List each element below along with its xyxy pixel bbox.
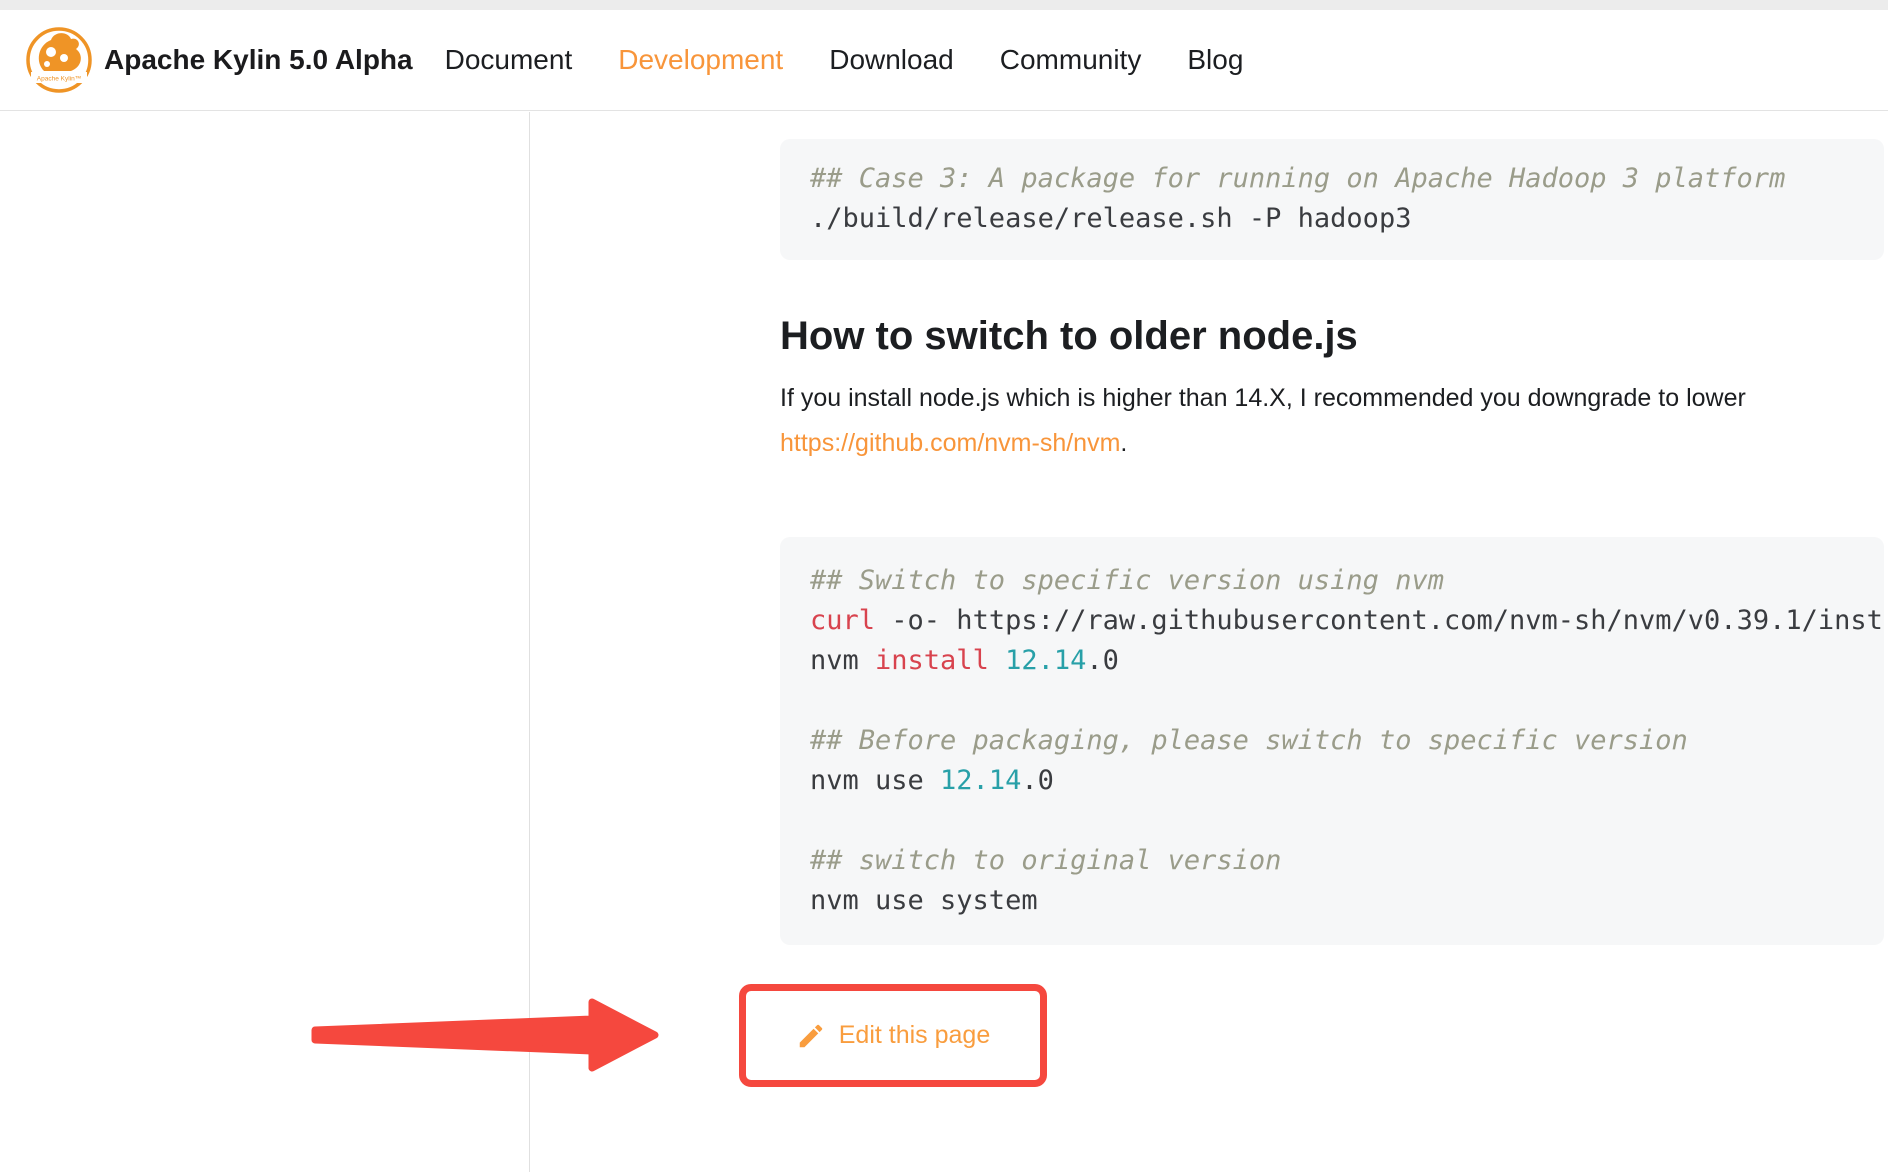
link-period: .: [1120, 429, 1127, 457]
section-heading: How to switch to older node.js: [780, 314, 1358, 359]
nav-blog[interactable]: Blog: [1187, 44, 1243, 76]
nav-community[interactable]: Community: [1000, 44, 1142, 76]
kylin-logo-icon[interactable]: Apache Kylin™: [24, 25, 94, 95]
nvm-link[interactable]: https://github.com/nvm-sh/nvm: [780, 429, 1120, 457]
paragraph-line-2: https://github.com/nvm-sh/nvm.: [780, 421, 1888, 466]
logo-caption: Apache Kylin™: [37, 76, 81, 83]
paragraph-line-1: If you install node.js which is higher t…: [780, 376, 1888, 421]
code-line: nvm use system: [810, 881, 1854, 921]
code-block-nvm[interactable]: ## Switch to specific version using nvmc…: [780, 537, 1884, 945]
code-line: [810, 681, 1854, 721]
code-line: nvm install 12.14.0: [810, 641, 1854, 681]
page: Apache Kylin™ Apache Kylin 5.0 Alpha Doc…: [0, 0, 1888, 1172]
annotation-arrow-icon: [300, 994, 670, 1084]
code-block-hadoop3[interactable]: ## Case 3: A package for running on Apac…: [780, 139, 1884, 260]
annotation-highlight-box: Edit this page: [739, 984, 1047, 1087]
navbar: Apache Kylin™ Apache Kylin 5.0 Alpha Doc…: [0, 10, 1888, 111]
edit-this-page-button[interactable]: Edit this page: [796, 1021, 991, 1051]
pencil-icon: [796, 1021, 826, 1051]
code-line: nvm use 12.14.0: [810, 761, 1854, 801]
code-line: ## switch to original version: [810, 841, 1854, 881]
nav-document[interactable]: Document: [445, 44, 573, 76]
code-line: ## Before packaging, please switch to sp…: [810, 721, 1854, 761]
code-line: ./build/release/release.sh -P hadoop3: [810, 199, 1854, 239]
edit-this-page-label: Edit this page: [839, 1021, 991, 1050]
code-line: ## Case 3: A package for running on Apac…: [810, 159, 1854, 199]
main-nav: Document Development Download Community …: [445, 44, 1244, 76]
window-top-strip: [0, 0, 1888, 10]
nav-development[interactable]: Development: [618, 44, 783, 76]
code-line: ## Switch to specific version using nvm: [810, 561, 1854, 601]
nav-download[interactable]: Download: [829, 44, 954, 76]
brand-title[interactable]: Apache Kylin 5.0 Alpha: [104, 44, 413, 76]
code-line: curl -o- https://raw.githubusercontent.c…: [810, 601, 1854, 641]
code-line: [810, 801, 1854, 841]
